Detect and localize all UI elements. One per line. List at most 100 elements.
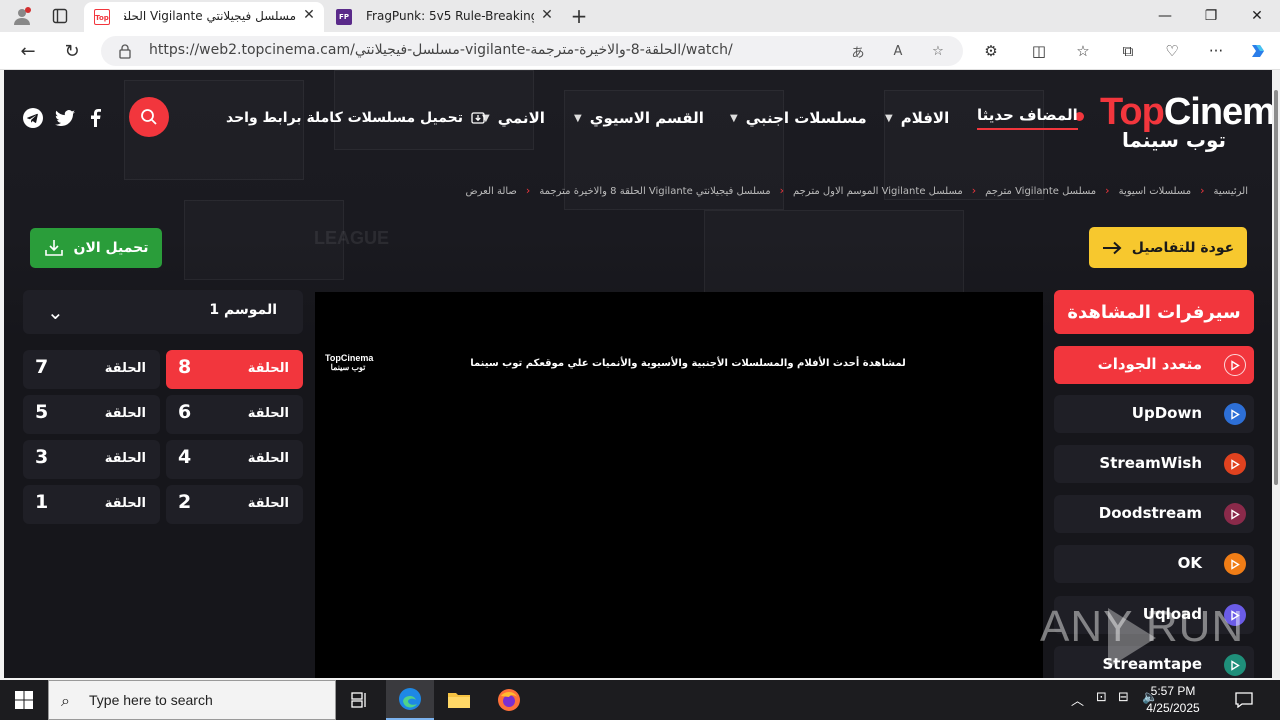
download-now-button[interactable]: تحميل الان xyxy=(30,228,162,268)
chevron-down-icon: ⌄ xyxy=(47,300,64,324)
task-view-icon[interactable] xyxy=(336,680,384,720)
nav-movies[interactable]: الافلام ▼ xyxy=(885,106,949,130)
episode-word: الحلقة xyxy=(247,361,289,376)
episode-number: 2 xyxy=(178,491,192,513)
server-name: UpDown xyxy=(1131,404,1202,422)
clock-time: 5:57 PM xyxy=(1150,684,1196,698)
refresh-icon[interactable]: ↻ xyxy=(58,38,86,64)
episode-item[interactable]: الحلقة 4 xyxy=(166,440,303,479)
episode-number: 6 xyxy=(178,401,192,423)
chevron-left-icon: ‹ xyxy=(971,184,977,197)
translate-icon[interactable]: あ xyxy=(847,41,869,61)
server-item[interactable]: متعدد الجودات xyxy=(1054,346,1254,384)
episode-item[interactable]: الحلقة 2 xyxy=(166,485,303,524)
breadcrumb-home[interactable]: الرئيسية xyxy=(1214,184,1248,198)
site-logo[interactable]: TopCinema توب سينما xyxy=(1100,91,1272,152)
network-icon[interactable]: ⊟ xyxy=(1118,690,1129,705)
server-name: متعدد الجودات xyxy=(1097,355,1202,373)
address-bar[interactable]: https://web2.topcinema.cam/مسلسل-فيجيلان… xyxy=(101,36,963,66)
search-button[interactable] xyxy=(129,97,169,137)
breadcrumb-episode[interactable]: مسلسل فيجيلانتي Vigilante الحلقة 8 والاخ… xyxy=(539,184,770,198)
collections-icon[interactable]: ⧉ xyxy=(1116,40,1140,62)
episode-item[interactable]: الحلقة 3 xyxy=(23,440,160,479)
tray-meetnow-icon[interactable]: ⊡ xyxy=(1096,690,1107,705)
twitter-icon[interactable] xyxy=(54,107,76,129)
page-scrollbar[interactable] xyxy=(1272,70,1280,678)
arrow-right-icon xyxy=(1102,241,1122,254)
season-label: الموسم 1 xyxy=(209,302,277,318)
player-logo-text: TopCinema xyxy=(325,353,374,363)
server-item[interactable]: UpDown xyxy=(1054,395,1254,433)
episode-number: 5 xyxy=(35,401,49,423)
start-button[interactable] xyxy=(0,680,48,720)
scrollbar-thumb[interactable] xyxy=(1274,90,1278,485)
taskbar-search[interactable]: ⌕ Type here to search xyxy=(48,680,336,720)
episode-item[interactable]: الحلقة 6 xyxy=(166,395,303,434)
episode-item[interactable]: الحلقة 1 xyxy=(23,485,160,524)
profile-avatar-icon[interactable] xyxy=(10,4,34,28)
more-menu-icon[interactable]: ··· xyxy=(1204,40,1228,62)
tab-fragpunk[interactable]: FP FragPunk: 5v5 Rule-Breaking Her ✕ xyxy=(326,2,562,32)
breadcrumb-season[interactable]: مسلسل Vigilante الموسم الاول مترجم xyxy=(793,184,963,198)
file-explorer-icon[interactable] xyxy=(435,680,483,720)
play-icon xyxy=(1224,503,1246,525)
browser-essentials-icon[interactable]: ♡ xyxy=(1160,40,1184,62)
server-item[interactable]: OK xyxy=(1054,545,1254,583)
breadcrumb-series[interactable]: مسلسل Vigilante مترجم xyxy=(985,184,1096,198)
telegram-icon[interactable] xyxy=(22,107,44,129)
tray-chevron-up-icon[interactable]: ︿ xyxy=(1071,690,1084,709)
clock-date: 4/25/2025 xyxy=(1146,701,1200,715)
chevron-down-icon: ▼ xyxy=(885,112,893,124)
search-icon: ⌕ xyxy=(61,691,70,710)
lock-icon xyxy=(119,44,131,59)
chevron-down-icon: ▼ xyxy=(730,112,738,124)
nav-download-full[interactable]: تحميل مسلسلات كاملة برابط واحد xyxy=(226,106,485,130)
nav-foreign-series[interactable]: مسلسلات اجنبي ▼ xyxy=(730,106,867,130)
favorites-icon[interactable]: ☆ xyxy=(1071,40,1095,62)
restore-icon[interactable]: ❐ xyxy=(1188,0,1234,32)
logo-top-text: Top xyxy=(1100,91,1165,133)
tab-strip: Top مسلسل فيجيلانتي Vigilante الحلقة ✕ F… xyxy=(0,0,1280,32)
back-icon[interactable]: ← xyxy=(14,38,42,64)
play-icon xyxy=(1224,453,1246,475)
minimize-icon[interactable]: — xyxy=(1142,0,1188,32)
nav-anime[interactable]: الانمي ▼ xyxy=(482,106,545,130)
episode-item[interactable]: الحلقة 8 xyxy=(166,350,303,389)
server-item[interactable]: StreamWish xyxy=(1054,445,1254,483)
back-to-details-button[interactable]: عودة للتفاصيل xyxy=(1089,227,1247,268)
facebook-icon[interactable] xyxy=(84,107,106,129)
favorite-star-icon[interactable]: ☆ xyxy=(927,41,949,61)
tab-actions-icon[interactable] xyxy=(48,4,72,28)
download-now-label: تحميل الان xyxy=(73,240,149,256)
close-window-icon[interactable]: ✕ xyxy=(1234,0,1280,32)
chevron-down-icon: ▼ xyxy=(574,112,582,124)
server-name: OK xyxy=(1177,554,1202,572)
nav-movies-label: الافلام xyxy=(900,109,950,127)
extensions-icon[interactable]: ⚙ xyxy=(979,40,1003,62)
server-item[interactable]: Doodstream xyxy=(1054,495,1254,533)
copilot-icon[interactable] xyxy=(1246,40,1270,62)
notifications-icon[interactable] xyxy=(1232,688,1256,712)
close-tab-icon[interactable]: ✕ xyxy=(538,7,556,23)
nav-asian[interactable]: القسم الاسيوي ▼ xyxy=(574,106,704,130)
split-screen-icon[interactable]: ◫ xyxy=(1027,40,1051,62)
new-tab-icon[interactable]: + xyxy=(567,4,591,28)
chevron-left-icon: ‹ xyxy=(1105,184,1110,197)
read-aloud-icon[interactable]: A xyxy=(887,41,909,61)
episode-item[interactable]: الحلقة 7 xyxy=(23,350,160,389)
nav-recent-label: المضاف حديثا xyxy=(977,106,1078,124)
edge-taskbar-icon[interactable] xyxy=(386,680,434,720)
firefox-icon[interactable] xyxy=(485,680,533,720)
episode-item[interactable]: الحلقة 5 xyxy=(23,395,160,434)
video-player[interactable]: TopCinema توب سينما لمشاهدة أحدث الأفلام… xyxy=(315,292,1043,678)
breadcrumb-asian-series[interactable]: مسلسلات اسيوية xyxy=(1119,184,1192,198)
season-select[interactable]: الموسم 1 ⌄ xyxy=(23,290,303,334)
close-tab-icon[interactable]: ✕ xyxy=(300,7,318,23)
nav-asian-label: القسم الاسيوي xyxy=(589,109,704,127)
breadcrumb: الرئيسية ‹ مسلسلات اسيوية ‹ مسلسل Vigila… xyxy=(456,184,1248,198)
episode-word: الحلقة xyxy=(104,406,146,421)
taskbar-clock[interactable]: 5:57 PM 4/25/2025 xyxy=(1138,683,1208,717)
anyrun-watermark: ANY RUN xyxy=(1040,602,1245,651)
nav-recent[interactable]: المضاف حديثا xyxy=(977,106,1078,130)
tab-topcinema[interactable]: Top مسلسل فيجيلانتي Vigilante الحلقة ✕ xyxy=(84,2,324,32)
